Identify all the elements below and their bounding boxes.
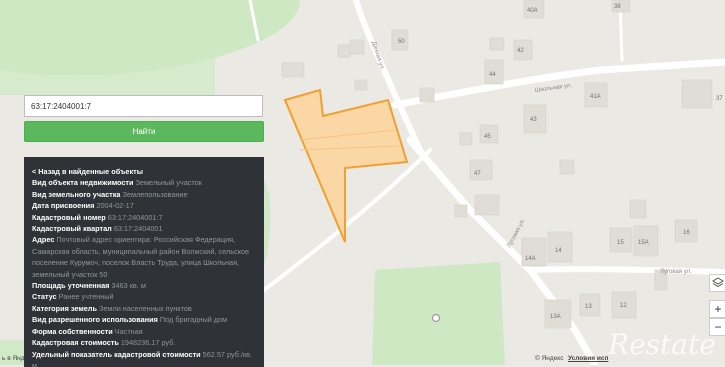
info-value: Ранее учтенный	[59, 292, 114, 301]
info-value: Под бригадный дом	[160, 315, 227, 324]
info-label: Площадь уточненная	[32, 281, 109, 290]
info-label: Вид разрешенного использования	[32, 315, 158, 324]
info-label: Вид объекта недвижимости	[32, 178, 133, 187]
info-row: Вид разрешенного использования Под брига…	[32, 314, 256, 325]
info-row: Адрес Почтовый адрес ориентира: Российск…	[32, 234, 256, 280]
info-label: Категория земель	[32, 304, 97, 313]
building-number: 16	[683, 230, 690, 236]
info-row: Категория земель Земли населенных пункто…	[32, 303, 256, 314]
yandex-copyright: © Яндекс	[535, 355, 563, 362]
building-number: 50	[398, 39, 405, 45]
building-number: 13	[585, 304, 592, 310]
building-number: 14	[555, 248, 562, 254]
info-label: Форма собственности	[32, 327, 113, 336]
building-number: 47	[474, 171, 481, 177]
info-row: Кадастровая стоимость 1948236.17 руб.	[32, 337, 256, 348]
info-value: Частная	[115, 327, 143, 336]
info-label: Кадастровый номер	[32, 213, 106, 222]
building-number: 44	[489, 72, 496, 78]
info-value: Земли населенных пунктов	[99, 304, 192, 313]
info-row: Статус Ранее учтенный	[32, 291, 256, 302]
building-number: 14А	[525, 256, 536, 262]
info-row: Вид объекта недвижимости Земельный участ…	[32, 177, 256, 188]
zoom-in-button[interactable]: +	[709, 300, 725, 318]
cadastral-search-input[interactable]	[24, 95, 263, 117]
info-value: 1948236.17 руб.	[121, 338, 176, 347]
info-row: Удельный показатель кадастровой стоимост…	[32, 349, 256, 367]
road-lugovaya	[530, 269, 725, 272]
building-number: 41А	[590, 94, 601, 100]
back-to-results-link[interactable]: < Назад в найденные объекты	[32, 166, 256, 177]
info-value: 63:17:2404001	[114, 224, 163, 233]
info-row: Дата присвоения 2004-02-17	[32, 200, 256, 211]
info-value: Почтовый адрес ориентира: Российская Фед…	[32, 235, 249, 278]
street-label: Луговая ул.	[660, 269, 692, 275]
info-value: Земельный участок	[136, 178, 202, 187]
info-value: 3463 кв. м	[111, 281, 145, 290]
building-number: 45	[484, 134, 491, 140]
info-row: Площадь уточненная 3463 кв. м	[32, 280, 256, 291]
info-row: Кадастровый номер 63:17:2404001:7	[32, 212, 256, 223]
info-label: Удельный показатель кадастровой стоимост…	[32, 350, 201, 359]
info-label: Статус	[32, 292, 57, 301]
building-number: 13А	[550, 314, 561, 320]
building-number: 43	[530, 117, 537, 123]
restate-watermark: Restate	[608, 328, 716, 361]
building-number: 12	[620, 303, 627, 309]
terms-link[interactable]: Условия исп	[568, 355, 608, 362]
info-label: Кадастровый квартал	[32, 224, 112, 233]
info-row: Форма собственности Частная	[32, 326, 256, 337]
info-value: Землепользование	[123, 190, 188, 199]
building-number: 37	[716, 96, 723, 102]
attribution-left: ь в Янд	[2, 355, 25, 362]
info-label: Адрес	[32, 235, 54, 244]
building-number: 38	[614, 4, 621, 10]
building-number: 15	[617, 240, 624, 246]
info-row: Вид земельного участка Землепользование	[32, 189, 256, 200]
poi-icon	[433, 315, 440, 322]
info-value: 2004-02-17	[96, 201, 133, 210]
info-label: Вид земельного участка	[32, 190, 120, 199]
building-number: 42	[517, 48, 524, 54]
info-value: 63:17:2404001:7	[108, 213, 163, 222]
building-number: 15А	[638, 240, 649, 246]
forest-area	[372, 262, 505, 365]
info-label: Кадастровая стоимость	[32, 338, 119, 347]
info-row: Кадастровый квартал 63:17:2404001	[32, 223, 256, 234]
building-number: 40А	[527, 8, 538, 14]
object-info-panel: < Назад в найденные объекты Вид объекта …	[24, 157, 264, 367]
info-label: Дата присвоения	[32, 201, 94, 210]
find-button[interactable]: Найти	[24, 121, 264, 142]
layers-icon[interactable]	[709, 274, 725, 292]
